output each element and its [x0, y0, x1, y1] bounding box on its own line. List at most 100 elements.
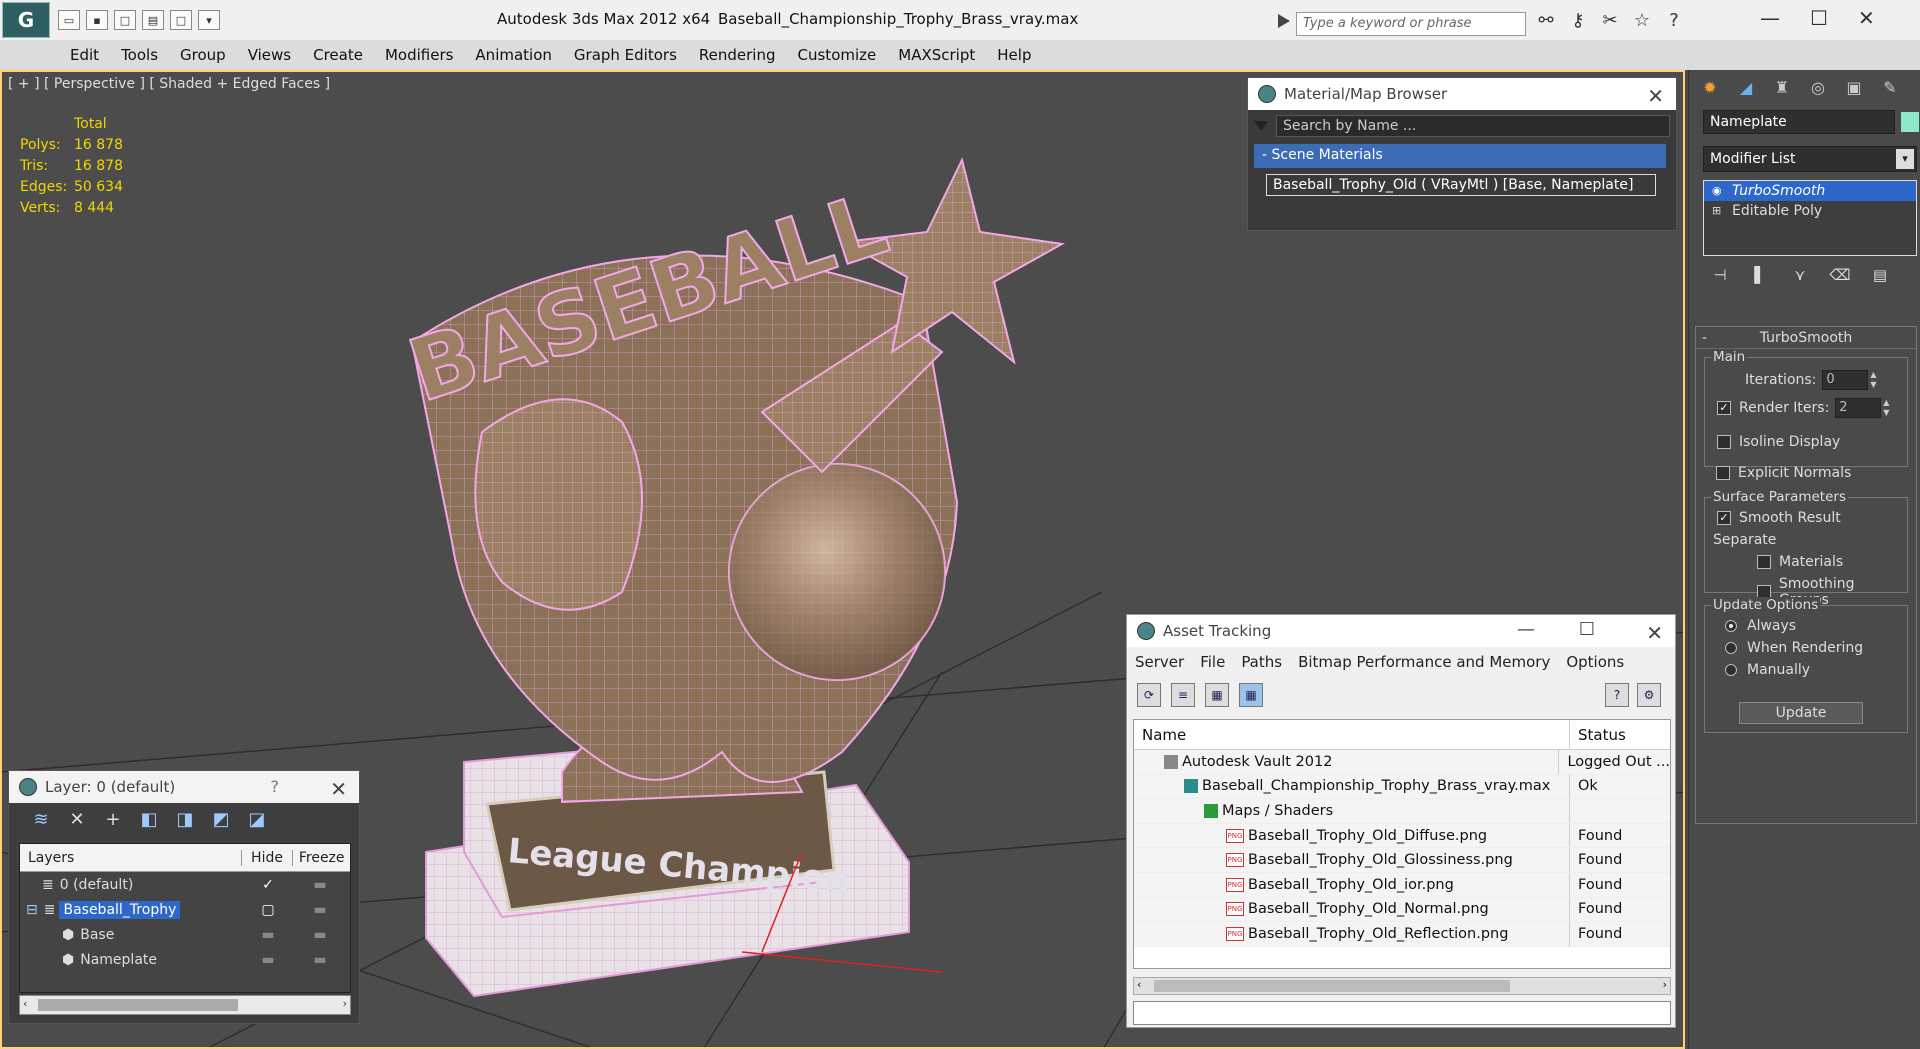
smooth-result-checkbox[interactable]: ✓	[1717, 511, 1731, 525]
save-icon[interactable]: ▪	[86, 10, 108, 30]
configure-sets-icon[interactable]: ▤	[1869, 266, 1891, 288]
horizontal-scrollbar[interactable]: ‹ ›	[19, 995, 351, 1015]
asset-tracking-title-bar[interactable]: Asset Tracking — ☐ ✕	[1127, 615, 1675, 647]
options-arrow-icon[interactable]	[1254, 121, 1268, 131]
table-row[interactable]: Baseball_Championship_Trophy_Brass_vray.…	[1134, 774, 1670, 800]
scroll-right-icon[interactable]: ›	[1663, 978, 1667, 991]
modify-tab-icon[interactable]: ◢	[1735, 78, 1757, 100]
render-iters-spinner[interactable]: 2	[1835, 398, 1882, 418]
layer-row[interactable]: ⊟ ≣ Baseball_Trophy ▢ ▬	[20, 897, 350, 922]
modifier-list-dropdown[interactable]: Modifier List ▾	[1703, 146, 1917, 172]
make-unique-icon[interactable]: ⋎	[1789, 266, 1811, 288]
new-icon[interactable]: □	[114, 10, 136, 30]
explicit-normals-checkbox[interactable]	[1716, 466, 1730, 480]
display-tab-icon[interactable]: ▣	[1843, 78, 1865, 100]
menu-group[interactable]: Group	[180, 46, 226, 64]
utilities-tab-icon[interactable]: ✎	[1879, 78, 1901, 100]
remove-modifier-icon[interactable]: ⌫	[1829, 266, 1851, 288]
help-icon[interactable]: ?	[271, 777, 280, 796]
menu-help[interactable]: Help	[997, 46, 1031, 64]
menu-options[interactable]: Options	[1566, 653, 1624, 671]
chevron-down-icon[interactable]: ▾	[1896, 149, 1914, 169]
freeze-toggle[interactable]: ▬	[294, 877, 346, 893]
table-row[interactable]: PNG Baseball_Trophy_Old_Diffuse.png Found	[1134, 823, 1670, 849]
stack-item-editable-poly[interactable]: ⊞ Editable Poly	[1704, 201, 1916, 221]
iterations-spinner[interactable]: 0	[1822, 370, 1869, 390]
layer-current-check[interactable]: ▢	[242, 902, 294, 918]
object-name-field[interactable]: Nameplate	[1703, 110, 1895, 134]
viewport-label[interactable]: [ + ] [ Perspective ] [ Shaded + Edged F…	[8, 76, 330, 92]
spinner-arrows-icon[interactable]: ▲ ▼	[1870, 370, 1880, 390]
menu-file[interactable]: File	[1200, 653, 1225, 671]
asset-path-field[interactable]	[1133, 1001, 1671, 1025]
object-color-swatch[interactable]	[1901, 112, 1919, 132]
minimize-icon[interactable]: —	[1760, 6, 1780, 30]
column-status[interactable]: Status	[1570, 726, 1626, 744]
spinner-arrows-icon[interactable]: ▲ ▼	[1883, 398, 1893, 418]
delete-layer-icon[interactable]: ✕	[65, 809, 89, 833]
material-search-input[interactable]: Search by Name ...	[1276, 115, 1670, 137]
maximize-icon[interactable]: ☐	[1810, 6, 1828, 30]
create-tab-icon[interactable]: ✹	[1699, 78, 1721, 100]
list-view-icon[interactable]: ≡	[1171, 683, 1195, 707]
scrollbar-thumb[interactable]	[38, 999, 238, 1011]
collapse-icon[interactable]: -	[1702, 327, 1707, 349]
table-view-icon[interactable]: ▦	[1239, 683, 1263, 707]
menu-rendering[interactable]: Rendering	[699, 46, 776, 64]
search-input[interactable]: Type a keyword or phrase	[1296, 12, 1526, 36]
maximize-icon[interactable]: ☐	[1579, 619, 1595, 640]
table-row[interactable]: Autodesk Vault 2012 Logged Out ...	[1134, 750, 1670, 775]
layer-object-row[interactable]: ⬢ Base ▬ ▬	[20, 922, 350, 947]
search-expand-icon[interactable]	[1278, 14, 1290, 28]
table-row[interactable]: PNG Baseball_Trophy_Old_Glossiness.png Fo…	[1134, 848, 1670, 873]
layer-current-check[interactable]: ✓	[242, 877, 294, 893]
new-layer-icon[interactable]: ≋	[29, 809, 53, 833]
menu-server[interactable]: Server	[1135, 653, 1184, 671]
manually-radio[interactable]	[1725, 664, 1737, 676]
freeze-all-icon[interactable]: ◪	[245, 809, 269, 833]
menu-edit[interactable]: Edit	[70, 46, 99, 64]
add-to-layer-icon[interactable]: +	[101, 809, 125, 833]
expand-icon[interactable]: ⊞	[1712, 205, 1724, 217]
open-icon[interactable]: ▭	[58, 10, 80, 30]
scrollbar-thumb[interactable]	[1154, 980, 1510, 992]
render-iters-checkbox[interactable]: ✓	[1717, 401, 1731, 415]
update-button[interactable]: Update	[1739, 702, 1863, 724]
minimize-icon[interactable]: —	[1517, 619, 1535, 640]
menu-tools[interactable]: Tools	[121, 46, 158, 64]
freeze-toggle[interactable]: ▬	[294, 952, 346, 968]
redo-icon[interactable]: □	[170, 10, 192, 30]
table-row[interactable]: PNG Baseball_Trophy_Old_ior.png Found	[1134, 872, 1670, 898]
menu-paths[interactable]: Paths	[1241, 653, 1282, 671]
scroll-left-icon[interactable]: ‹	[23, 997, 27, 1010]
star-icon[interactable]: ☆	[1631, 10, 1653, 32]
when-rendering-radio[interactable]	[1725, 642, 1737, 654]
show-end-result-icon[interactable]: ▌	[1749, 266, 1771, 288]
motion-tab-icon[interactable]: ◎	[1807, 78, 1829, 100]
stack-item-turbosmooth[interactable]: ◉ TurboSmooth	[1704, 181, 1916, 201]
always-radio[interactable]	[1725, 620, 1737, 632]
rollout-header[interactable]: - TurboSmooth	[1696, 327, 1916, 349]
menu-views[interactable]: Views	[248, 46, 291, 64]
menu-graph-editors[interactable]: Graph Editors	[574, 46, 677, 64]
column-name[interactable]: Name	[1134, 720, 1570, 749]
pin-stack-icon[interactable]: ⊣	[1709, 266, 1731, 288]
freeze-toggle[interactable]: ▬	[294, 927, 346, 943]
column-hide[interactable]: Hide	[240, 849, 293, 866]
close-icon[interactable]: ✕	[1647, 84, 1664, 108]
collapse-icon[interactable]: ⊟	[26, 902, 38, 918]
scroll-left-icon[interactable]: ‹	[1137, 978, 1141, 991]
material-browser-title-bar[interactable]: Material/Map Browser ✕	[1248, 78, 1676, 110]
refresh-icon[interactable]: ⟳	[1137, 683, 1161, 707]
hierarchy-tab-icon[interactable]: ♜	[1771, 78, 1793, 100]
menu-customize[interactable]: Customize	[798, 46, 877, 64]
bulb-icon[interactable]: ◉	[1712, 185, 1724, 197]
table-row[interactable]: Maps / Shaders	[1134, 799, 1670, 824]
settings-icon[interactable]: ⚙	[1637, 683, 1661, 707]
material-item[interactable]: Baseball_Trophy_Old ( VRayMtl ) [Base, N…	[1266, 174, 1656, 196]
select-objects-icon[interactable]: ◧	[137, 809, 161, 833]
menu-animation[interactable]: Animation	[475, 46, 551, 64]
key-icon[interactable]: ⚷	[1567, 10, 1589, 32]
menu-modifiers[interactable]: Modifiers	[385, 46, 453, 64]
close-icon[interactable]: ✕	[1858, 6, 1875, 30]
